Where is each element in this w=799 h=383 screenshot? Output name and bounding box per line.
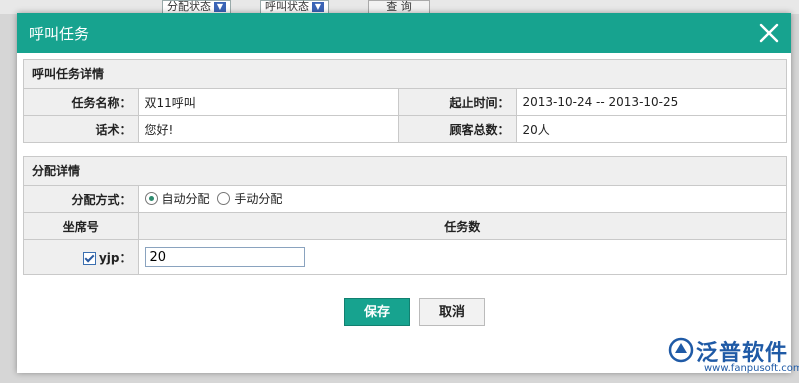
table-row: yjp： — [24, 239, 786, 274]
period-label: 起止时间： — [397, 89, 517, 116]
chevron-down-icon: ▼ — [214, 2, 226, 12]
radio-label: 手动分配 — [234, 192, 283, 206]
task-name-label: 任务名称： — [24, 89, 139, 116]
table-row: 坐席号 任务数 — [24, 212, 786, 240]
method-options: 自动分配 手动分配 — [137, 186, 786, 213]
radio-label: 自动分配 — [161, 192, 210, 206]
cancel-button[interactable]: 取消 — [419, 298, 485, 326]
section-title-assignment: 分配详情 — [24, 157, 786, 186]
agent-cell: yjp： — [24, 239, 139, 274]
radio-button[interactable] — [217, 192, 231, 205]
dialog-header: 呼叫任务 — [17, 13, 791, 53]
task-details-panel: 呼叫任务详情 任务名称： 双11呼叫 起止时间： 2013-10-24 -- 2… — [23, 59, 787, 143]
select-label: 分配状态 — [167, 0, 211, 13]
script-value: 您好! — [137, 115, 399, 142]
chevron-down-icon: ▼ — [312, 2, 324, 12]
agent-name: yjp： — [98, 250, 132, 265]
task-count-input[interactable] — [144, 247, 305, 267]
assignment-panel: 分配详情 分配方式： 自动分配 手动分配 坐席号 任务数 yjp： 20 — [23, 156, 787, 275]
script-label: 话术： — [24, 115, 139, 142]
brand-logo-icon — [668, 337, 694, 363]
customers-label: 顾客总数： — [397, 115, 517, 142]
task-name-value: 双11呼叫 — [137, 89, 399, 116]
radio-button[interactable] — [144, 192, 158, 205]
close-icon[interactable] — [757, 21, 781, 45]
radio-auto-assign[interactable]: 自动分配 — [144, 190, 210, 207]
save-button[interactable]: 保存 — [344, 298, 410, 326]
column-header-tasks: 任务数 — [137, 212, 786, 240]
table-row: 分配方式： 自动分配 手动分配 — [24, 186, 786, 213]
call-task-dialog: 呼叫任务 呼叫任务详情 任务名称： 双11呼叫 起止时间： 2013-10-24… — [17, 13, 791, 373]
customers-value: 20人 — [515, 115, 786, 142]
column-header-seat: 坐席号 — [24, 212, 139, 240]
table-row: 话术： 您好! 顾客总数： 20人 — [24, 115, 786, 142]
period-value: 2013-10-24 -- 2013-10-25 — [515, 89, 786, 116]
distribution-status-select[interactable]: 分配状态 ▼ — [162, 0, 231, 14]
query-button[interactable]: 查 询 — [368, 0, 430, 14]
task-details-table: 任务名称： 双11呼叫 起止时间： 2013-10-24 -- 2013-10-… — [24, 89, 786, 142]
radio-manual-assign[interactable]: 手动分配 — [217, 190, 282, 207]
watermark-url: www.fanpusoft.com — [704, 363, 799, 374]
watermark: 泛普软件 www.fanpusoft.com — [668, 335, 799, 379]
agent-checkbox[interactable] — [82, 251, 96, 265]
method-label: 分配方式： — [24, 186, 139, 213]
section-title-task-details: 呼叫任务详情 — [24, 60, 786, 89]
select-label: 呼叫状态 — [265, 0, 309, 13]
dialog-title: 呼叫任务 — [29, 25, 90, 43]
task-count-cell — [137, 239, 786, 274]
call-status-select[interactable]: 呼叫状态 ▼ — [260, 0, 329, 14]
table-row: 任务名称： 双11呼叫 起止时间： 2013-10-24 -- 2013-10-… — [24, 89, 786, 116]
assignment-table: 分配方式： 自动分配 手动分配 坐席号 任务数 yjp： 20 — [24, 186, 786, 274]
